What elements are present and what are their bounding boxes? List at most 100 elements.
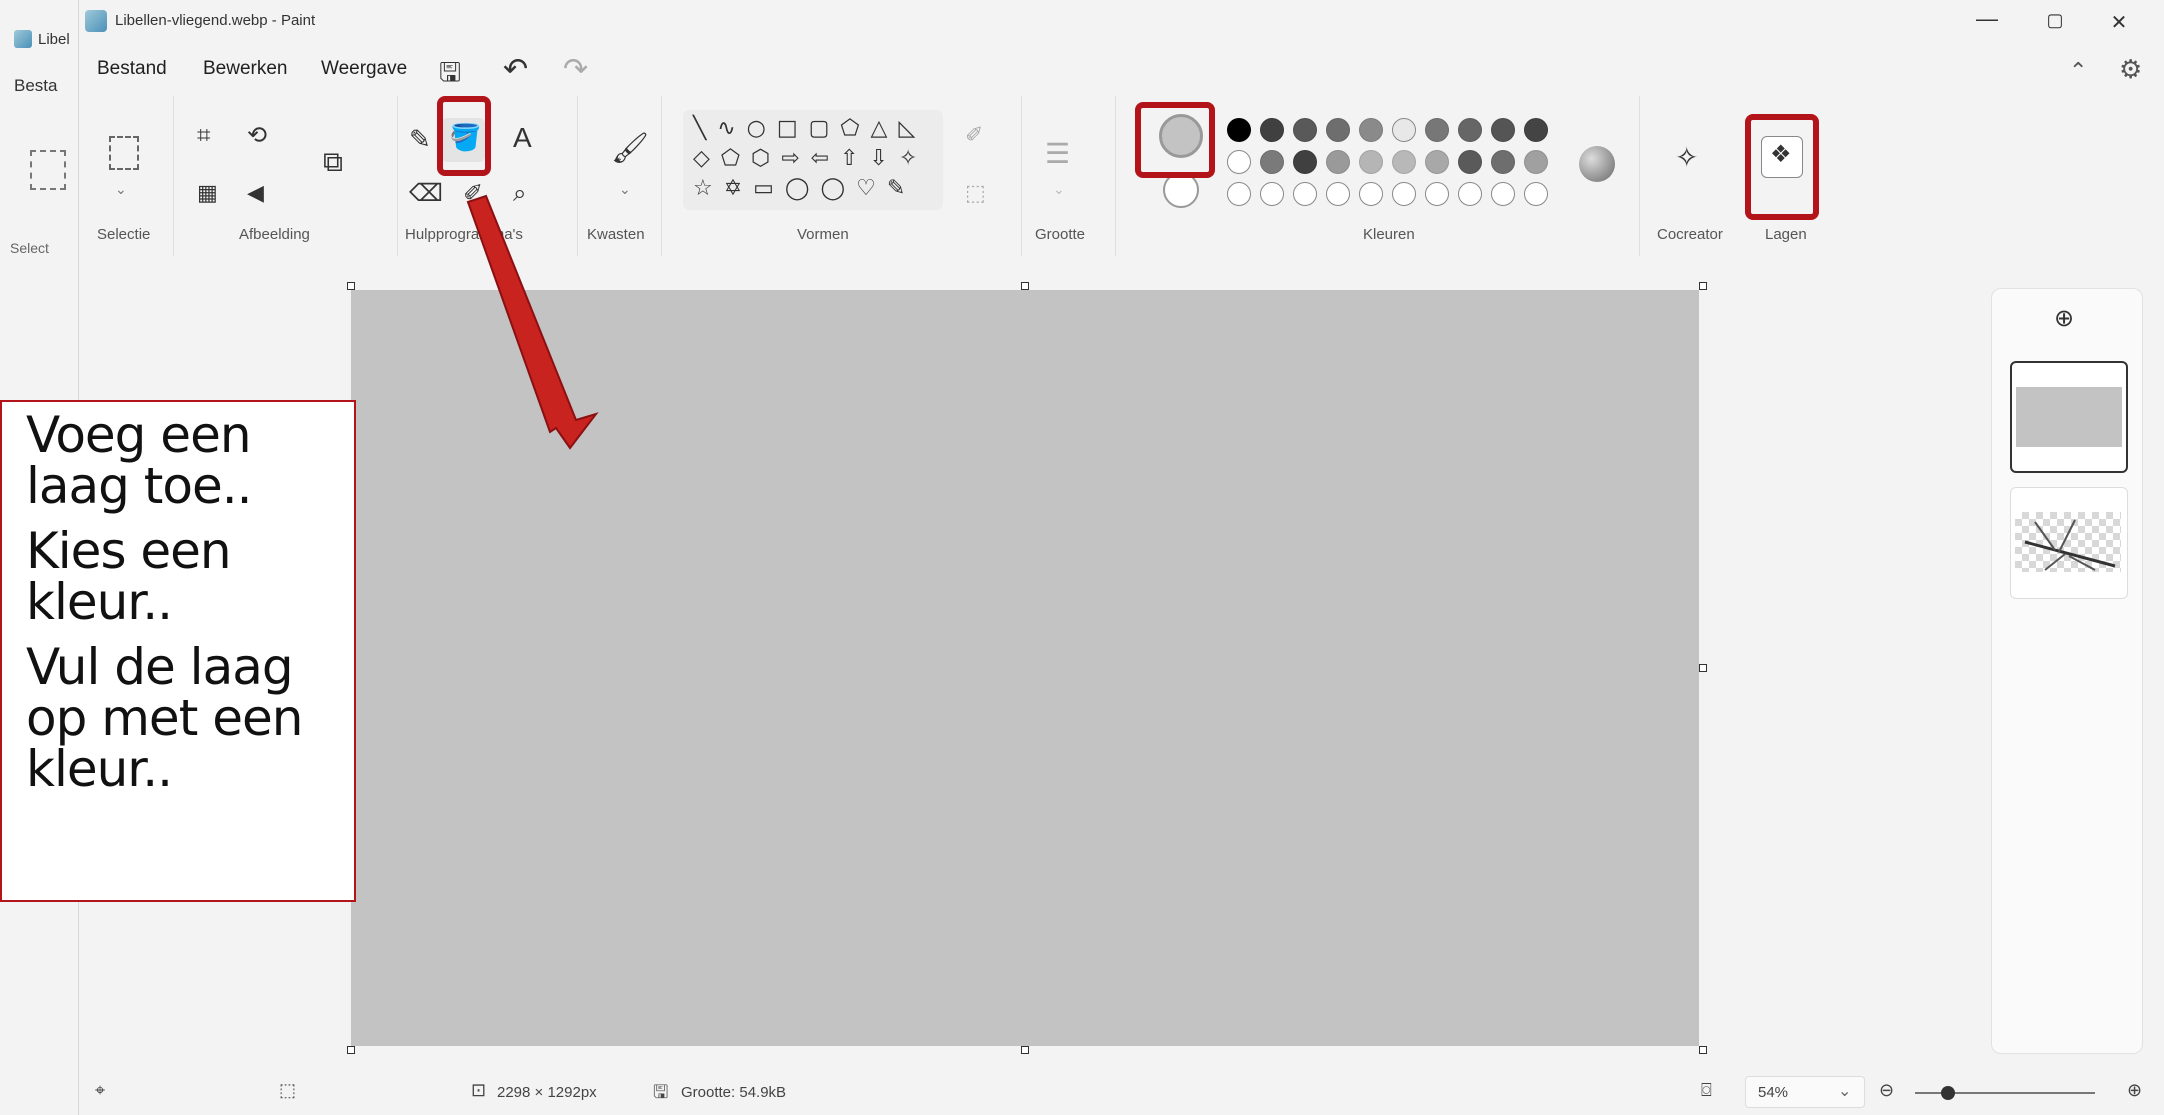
color-swatch[interactable] bbox=[1359, 118, 1383, 142]
resize-handle[interactable] bbox=[1699, 664, 1707, 672]
color-swatch[interactable] bbox=[1524, 150, 1548, 174]
shape-fill-icon[interactable]: ⬚ bbox=[965, 182, 986, 204]
eraser-icon[interactable]: ⌫ bbox=[409, 182, 443, 206]
edit-colors-icon[interactable] bbox=[1579, 146, 1615, 182]
color-swatch[interactable] bbox=[1326, 150, 1350, 174]
background-window-menu[interactable]: Besta bbox=[14, 76, 57, 96]
zoom-out-icon[interactable]: ⊖ bbox=[1879, 1080, 1894, 1101]
layer-thumbnail-1[interactable] bbox=[2010, 361, 2128, 473]
color-swatch[interactable] bbox=[1260, 118, 1284, 142]
collapse-icon[interactable]: ⌃ bbox=[2069, 58, 2087, 84]
file-size: Grootte: 54.9kB bbox=[681, 1084, 787, 1101]
magnifier-icon[interactable]: ⌕ bbox=[513, 182, 526, 206]
resize-handle[interactable] bbox=[1021, 282, 1029, 290]
resize-handle[interactable] bbox=[1699, 1046, 1707, 1054]
color-swatch[interactable] bbox=[1491, 182, 1515, 206]
color-swatch[interactable] bbox=[1293, 150, 1317, 174]
text-tool-icon[interactable]: A bbox=[513, 124, 532, 152]
layer-thumbnail-2[interactable] bbox=[2010, 487, 2128, 599]
add-layer-icon[interactable]: ⊕ bbox=[2054, 307, 2074, 331]
color-swatch[interactable] bbox=[1227, 182, 1251, 206]
color-swatch[interactable] bbox=[1260, 150, 1284, 174]
paint-app-icon bbox=[14, 30, 32, 48]
instruction-step-1: Voeg een laag toe.. bbox=[26, 406, 253, 515]
undo-icon[interactable]: ↶ bbox=[503, 52, 528, 87]
pencil-icon[interactable]: ✎ bbox=[409, 126, 431, 152]
save-icon[interactable]: 🖫 bbox=[439, 54, 461, 98]
instruction-step-2: Kies een kleur.. bbox=[26, 522, 232, 631]
color-swatch[interactable] bbox=[1425, 118, 1449, 142]
resize-handle[interactable] bbox=[347, 282, 355, 290]
shapes-row-3[interactable]: ☆ ✡ ▭ ◯ ◯ ♡ ✎ bbox=[693, 176, 907, 201]
drawing-canvas[interactable] bbox=[351, 290, 1699, 1046]
close-button[interactable]: ✕ bbox=[2089, 10, 2149, 35]
group-label-lagen: Lagen bbox=[1765, 226, 1807, 243]
settings-gear-icon[interactable]: ⚙ bbox=[2119, 54, 2142, 85]
selection-tool-icon[interactable] bbox=[109, 136, 139, 170]
group-label-cocreator: Cocreator bbox=[1657, 226, 1723, 243]
chevron-down-icon[interactable]: ⌄ bbox=[619, 182, 631, 196]
fill-tool-highlight bbox=[437, 96, 491, 176]
redo-icon[interactable]: ↷ bbox=[563, 52, 588, 87]
chevron-down-icon[interactable]: ⌄ bbox=[1053, 182, 1065, 196]
resize-handle[interactable] bbox=[1021, 1046, 1029, 1054]
color-swatch[interactable] bbox=[1425, 182, 1449, 206]
resize-handle[interactable] bbox=[1699, 282, 1707, 290]
crop-icon[interactable]: ⌗ bbox=[197, 124, 211, 148]
color-swatch[interactable] bbox=[1260, 182, 1284, 206]
color-picker-icon[interactable]: ✐ bbox=[463, 182, 483, 206]
color-swatch[interactable] bbox=[1392, 118, 1416, 142]
color-swatch[interactable] bbox=[1491, 150, 1515, 174]
window-title: Libellen-vliegend.webp - Paint bbox=[115, 12, 316, 29]
fit-to-window-icon[interactable]: ⌼ bbox=[1701, 1080, 1712, 1101]
menu-bestand[interactable]: Bestand bbox=[97, 58, 167, 80]
zoom-slider-thumb[interactable] bbox=[1941, 1086, 1955, 1100]
color-swatch[interactable] bbox=[1458, 118, 1482, 142]
background-remove-icon[interactable]: ▦ bbox=[197, 182, 218, 204]
brush-icon[interactable]: 🖌 bbox=[611, 134, 649, 164]
resize-image-icon[interactable]: ⧉ bbox=[323, 148, 343, 176]
color-swatch[interactable] bbox=[1293, 182, 1317, 206]
zoom-in-icon[interactable]: ⊕ bbox=[2127, 1080, 2142, 1101]
menu-weergave[interactable]: Weergave bbox=[321, 58, 407, 80]
rotate-icon[interactable]: ⟲ bbox=[247, 124, 267, 148]
group-label-hulpprogrammas: Hulpprogramma's bbox=[405, 226, 523, 243]
flip-icon[interactable]: ◀ bbox=[247, 182, 264, 204]
color-swatch[interactable] bbox=[1458, 150, 1482, 174]
background-window-title[interactable]: Libel bbox=[14, 30, 70, 48]
color-swatch[interactable] bbox=[1425, 150, 1449, 174]
color-swatch[interactable] bbox=[1326, 182, 1350, 206]
color-swatch[interactable] bbox=[1458, 182, 1482, 206]
group-label-kleuren: Kleuren bbox=[1363, 226, 1415, 243]
shapes-row-2[interactable]: ◇ ⬠ ⬡ ⇨ ⇦ ⇧ ⇩ ✧ bbox=[693, 146, 919, 171]
zoom-select[interactable]: 54% ⌄ bbox=[1745, 1076, 1865, 1108]
color-swatch[interactable] bbox=[1491, 118, 1515, 142]
color-swatch[interactable] bbox=[1227, 118, 1251, 142]
color-swatch[interactable] bbox=[1293, 118, 1317, 142]
ribbon: ⌄ Selectie ⌗ ⟲ ▦ ◀ ⧉ Afbeelding ✎ 🪣 A ⌫ … bbox=[79, 96, 2164, 256]
shapes-gallery[interactable]: ╲ ∿ ○ □ ▢ ⬠ △ ◺ ◇ ⬠ ⬡ ⇨ ⇦ ⇧ ⇩ ✧ ☆ ✡ ▭ ◯ … bbox=[683, 110, 943, 210]
color-swatch[interactable] bbox=[1326, 118, 1350, 142]
color-swatch[interactable] bbox=[1392, 182, 1416, 206]
resize-handle[interactable] bbox=[347, 1046, 355, 1054]
color-swatch[interactable] bbox=[1392, 150, 1416, 174]
instruction-callout: Voeg een laag toe.. Kies een kleur.. Vul… bbox=[0, 400, 356, 902]
color-swatch[interactable] bbox=[1524, 118, 1548, 142]
cocreator-icon[interactable]: ✧ bbox=[1675, 144, 1698, 172]
group-label-vormen: Vormen bbox=[797, 226, 849, 243]
chevron-down-icon[interactable]: ⌄ bbox=[115, 182, 127, 196]
menu-bewerken[interactable]: Bewerken bbox=[203, 58, 288, 80]
group-label-grootte: Grootte bbox=[1035, 226, 1086, 243]
zoom-value: 54% bbox=[1758, 1084, 1789, 1101]
selection-icon[interactable] bbox=[30, 150, 66, 190]
shapes-row-1[interactable]: ╲ ∿ ○ □ ▢ ⬠ △ ◺ bbox=[693, 116, 917, 141]
color-swatch[interactable] bbox=[1359, 150, 1383, 174]
shape-outline-icon[interactable]: ✐ bbox=[965, 124, 983, 146]
minimize-button[interactable]: — bbox=[1957, 6, 2017, 32]
line-size-icon[interactable]: ☰ bbox=[1045, 140, 1070, 168]
maximize-button[interactable]: ▢ bbox=[2025, 10, 2085, 31]
color-swatch[interactable] bbox=[1359, 182, 1383, 206]
color-swatch[interactable] bbox=[1227, 150, 1251, 174]
pointer-icon: ⌖ bbox=[95, 1080, 106, 1100]
color-swatch[interactable] bbox=[1524, 182, 1548, 206]
